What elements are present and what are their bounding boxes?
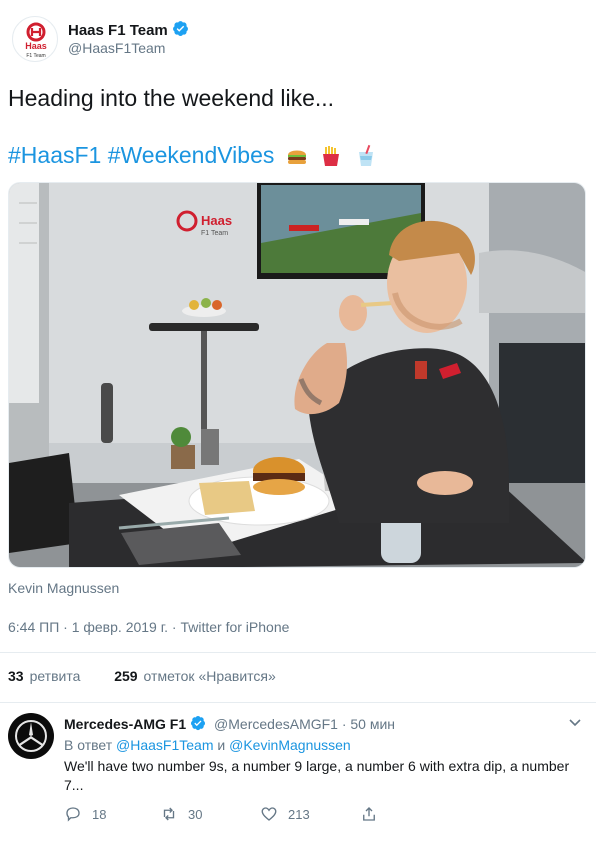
likes-count: 259 [114,668,138,684]
heart-icon [261,807,277,821]
hamburger-emoji-icon [287,150,306,164]
verified-badge-icon [191,716,206,731]
tweet-timestamp[interactable]: 6:44 ПП · 1 февр. 2019 г. · Twitter for … [8,619,289,635]
hashtag-links[interactable]: #HaasF1 #WeekendVibes [8,142,274,168]
share-icon [363,807,375,821]
tweet-header: Haas F1 Team Haas F1 Team @HaasF1Team [12,14,582,64]
drink-emoji-icon [358,144,373,166]
likes-label: отметок «Нравится» [143,668,276,684]
haas-logo-icon: Haas F1 Team [25,22,47,59]
reply-actions: 18 30 213 [64,805,394,825]
reply-count: 18 [92,806,107,822]
retweet-button[interactable]: 30 [160,805,202,823]
retweets-count: 33 [8,668,24,684]
chevron-down-icon[interactable] [568,715,582,729]
retweets-label: ретвита [29,668,81,684]
author-handle[interactable]: @HaasF1Team [68,40,165,56]
avatar-logo-subtext: F1 Team [26,53,45,59]
reply-conj: и [217,737,226,753]
photo-logo-subtext: F1 Team [201,230,228,237]
avatar-logo-text: Haas [25,41,47,51]
haas-avatar[interactable]: Haas F1 Team [12,16,58,62]
retweet-icon [163,807,175,821]
mercedes-star-icon [15,720,47,752]
share-button[interactable] [360,805,378,823]
reply-author-handle[interactable]: @MercedesAMGF1 · 50 мин [214,716,395,732]
photo-logo-text: Haas [201,213,232,228]
reply-like-count: 213 [288,806,310,822]
reply-to-line: В ответ @HaasF1Team и @KevinMagnussen [64,737,351,753]
verified-badge-icon [172,21,188,37]
tweet-stats: 33 ретвита 259 отметок «Нравится» [8,668,276,684]
tweet-text: Heading into the weekend like... [8,85,335,111]
reply-tweet[interactable]: Mercedes-AMG F1 @MercedesAMGF1 · 50 мин … [0,703,596,841]
reply-to-user-1[interactable]: @HaasF1Team [116,737,213,753]
reply-author-name[interactable]: Mercedes-AMG F1 [64,716,186,732]
reply-prefix: В ответ [64,737,113,753]
reply-header: Mercedes-AMG F1 @MercedesAMGF1 · 50 мин [64,715,395,732]
fries-emoji-icon [323,146,340,166]
comment-icon [66,807,80,822]
photo-image: Haas F1 Team [9,183,585,567]
reply-retweet-count: 30 [188,806,203,822]
tweet-hashtags: #HaasF1 #WeekendVibes [8,141,378,169]
likes-stat[interactable]: 259 отметок «Нравится» [114,668,276,684]
like-button[interactable]: 213 [260,805,310,823]
divider [0,652,596,653]
author-name[interactable]: Haas F1 Team [68,20,189,39]
retweets-stat[interactable]: 33 ретвита [8,668,80,684]
photo-caption[interactable]: Kevin Magnussen [8,580,119,596]
tweet-photo[interactable]: Haas F1 Team [8,182,586,568]
mercedes-avatar[interactable] [8,713,54,759]
reply-text: We'll have two number 9s, a number 9 lar… [64,758,570,793]
reply-button[interactable]: 18 [64,805,106,823]
reply-to-user-2[interactable]: @KevinMagnussen [229,737,351,753]
author-name-text[interactable]: Haas F1 Team [68,22,168,39]
